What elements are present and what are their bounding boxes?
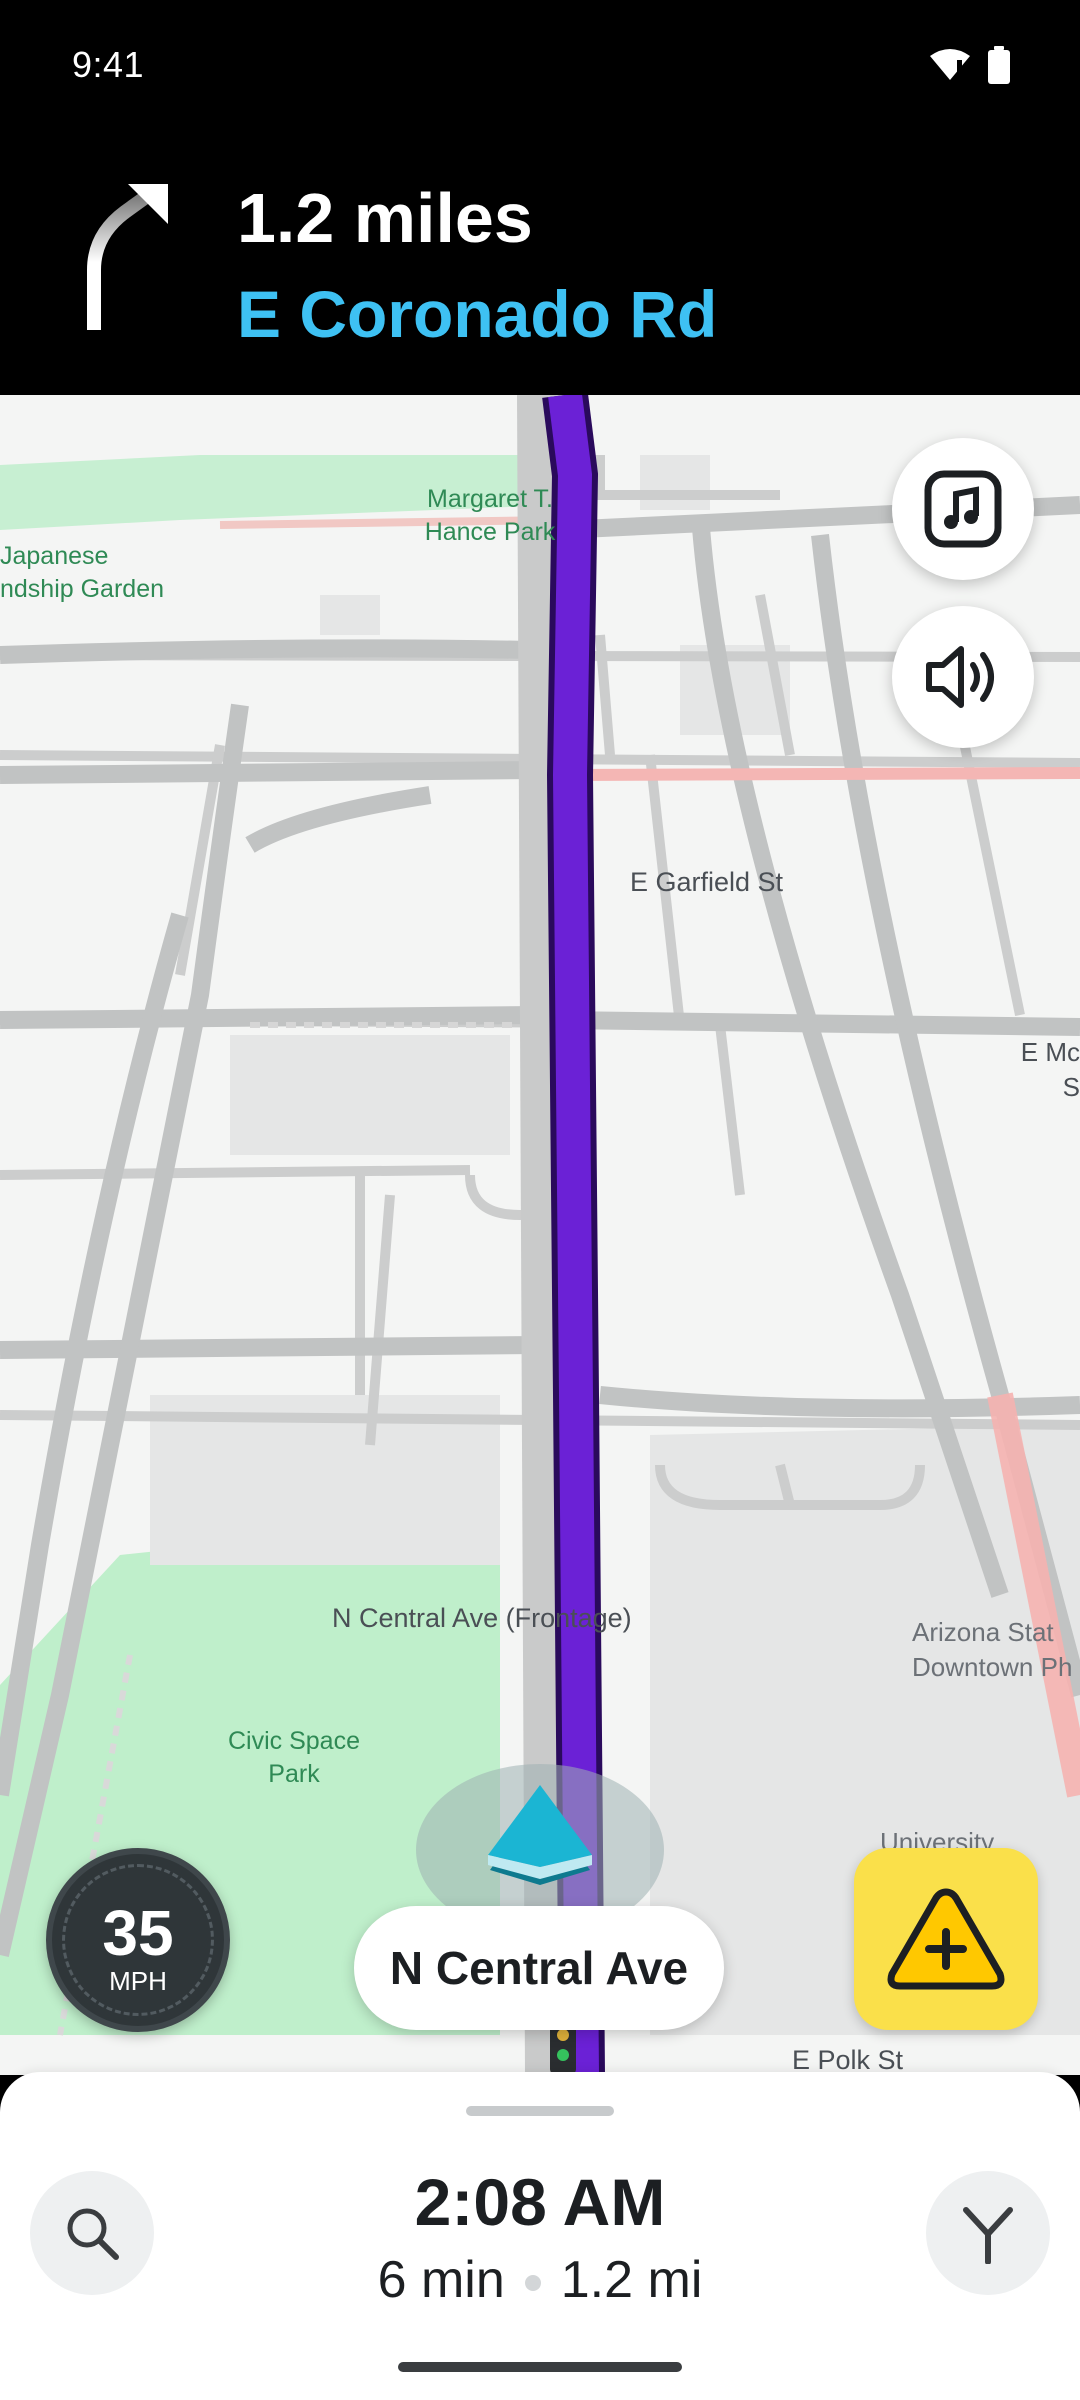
map-label-polk-st: E Polk St xyxy=(792,2045,904,2075)
current-street-pill[interactable]: N Central Ave xyxy=(354,1906,724,2030)
report-button[interactable] xyxy=(854,1848,1038,2030)
turn-slight-right-icon xyxy=(87,184,168,330)
map-label-hance-park: Margaret T. Hance Park xyxy=(424,485,556,546)
trip-duration: 6 min xyxy=(377,2251,505,2309)
turn-distance: 1.2 miles xyxy=(237,179,533,257)
trip-summary: 6 min 1.2 mi xyxy=(0,2250,1080,2310)
route-fork-icon xyxy=(963,2207,1013,2264)
sound-button[interactable] xyxy=(892,606,1034,748)
music-icon xyxy=(924,470,1002,548)
status-bar: 9:41 xyxy=(0,0,1080,130)
map-label-asu-downtown: Arizona Stat Downtown Ph xyxy=(912,1617,1073,1683)
eta-time: 2:08 AM xyxy=(414,2165,666,2239)
map-label-central-frontage: N Central Ave (Frontage) xyxy=(332,1603,632,1633)
sheet-drag-handle[interactable] xyxy=(466,2106,614,2116)
map-label-garfield-st: E Garfield St xyxy=(630,867,784,897)
turn-instruction-banner[interactable]: 1.2 miles E Coronado Rd xyxy=(0,130,1080,395)
trip-distance: 1.2 mi xyxy=(560,2251,703,2309)
speaker-icon xyxy=(926,646,994,708)
trip-bottom-sheet[interactable]: 2:08 AM 6 min 1.2 mi xyxy=(0,2072,1080,2400)
next-street-name: E Coronado Rd xyxy=(237,277,718,351)
home-indicator[interactable] xyxy=(398,2362,682,2372)
wifi-icon xyxy=(930,49,970,80)
map-label-e-mc: E Mc S xyxy=(1020,1037,1080,1103)
speed-value: 35 xyxy=(102,1897,174,1969)
separator-dot xyxy=(524,2275,541,2292)
map-label-civic-space-park: Civic Space Park xyxy=(228,1727,360,1788)
speed-unit: MPH xyxy=(109,1966,167,1996)
route-options-button[interactable] xyxy=(926,2171,1050,2295)
battery-icon xyxy=(988,46,1010,84)
status-icons xyxy=(930,46,1010,84)
report-hazard-icon xyxy=(887,1888,1005,1990)
speedometer[interactable]: 35 MPH xyxy=(46,1848,230,2032)
music-button[interactable] xyxy=(892,438,1034,580)
map-label-friendship-garden: Japanese ndship Garden xyxy=(0,542,165,603)
status-time: 9:41 xyxy=(72,44,145,85)
